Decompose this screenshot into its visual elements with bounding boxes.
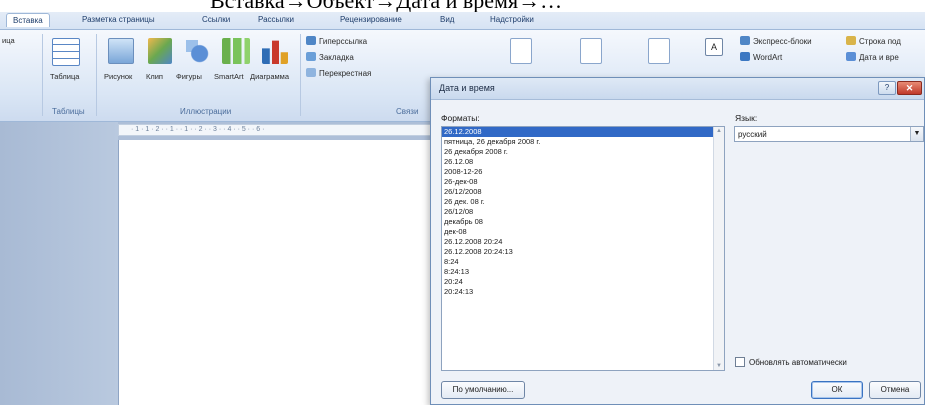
- signature-icon: [846, 36, 856, 45]
- cross-reference-icon: [306, 68, 316, 77]
- format-list-item[interactable]: 20:24:13: [442, 287, 714, 297]
- picture-icon[interactable]: [108, 38, 134, 64]
- calendar-icon: [846, 52, 856, 61]
- textbox-icon[interactable]: A: [705, 38, 723, 56]
- format-list-item[interactable]: 26/12/08: [442, 207, 714, 217]
- caption-text: Вставка→Объект→Дата и время→…: [210, 0, 562, 12]
- format-list-item[interactable]: 26.12.2008 20:24:13: [442, 247, 714, 257]
- group-label-illustrations: Иллюстрации: [180, 107, 232, 116]
- clipart-button[interactable]: Клип: [146, 72, 163, 81]
- group-label-tables: Таблицы: [52, 107, 85, 116]
- cancel-button[interactable]: Отмена: [869, 381, 921, 399]
- picture-button[interactable]: Рисунок: [104, 72, 132, 81]
- date-time-item[interactable]: Дата и вре: [846, 52, 899, 62]
- formats-scrollbar[interactable]: ▲ ▼: [713, 127, 724, 370]
- hyperlink-icon: [306, 36, 316, 45]
- cross-reference-item[interactable]: Перекрестная: [306, 68, 371, 78]
- language-label: Язык:: [735, 113, 758, 123]
- format-list-item[interactable]: 26.12.08: [442, 157, 714, 167]
- set-default-button[interactable]: По умолчанию...: [441, 381, 525, 399]
- wordart-item[interactable]: WordArt: [740, 52, 782, 62]
- close-button[interactable]: ✕: [897, 81, 922, 95]
- ribbon-cut-label: ица: [2, 36, 15, 45]
- table-icon[interactable]: [52, 38, 80, 66]
- format-list-item[interactable]: пятница, 26 декабря 2008 г.: [442, 137, 714, 147]
- tab-insert[interactable]: Вставка: [6, 13, 50, 27]
- format-list-item[interactable]: 8:24:13: [442, 267, 714, 277]
- format-list-item[interactable]: 26.12.2008 20:24: [442, 237, 714, 247]
- dialog-title: Дата и время: [439, 83, 495, 93]
- format-list-item[interactable]: 20:24: [442, 277, 714, 287]
- quick-parts-item[interactable]: Экспресс-блоки: [740, 36, 812, 46]
- dialog-title-bar[interactable]: Дата и время ? ✕: [431, 78, 924, 100]
- tab-mailings[interactable]: Рассылки: [258, 15, 294, 24]
- format-list-item[interactable]: декабрь 08: [442, 217, 714, 227]
- window-buttons: ? ✕: [878, 81, 922, 95]
- page-number-icon[interactable]: [648, 38, 670, 64]
- footer-icon[interactable]: [580, 38, 602, 64]
- chart-icon[interactable]: [262, 40, 288, 64]
- wordart-icon: [740, 52, 750, 61]
- help-button[interactable]: ?: [878, 81, 896, 95]
- format-list-item[interactable]: 26/12/2008: [442, 187, 714, 197]
- language-value: русский: [738, 130, 767, 139]
- format-list-item[interactable]: 2008-12-26: [442, 167, 714, 177]
- tab-addins[interactable]: Надстройки: [490, 15, 534, 24]
- chart-button[interactable]: Диаграмма: [250, 72, 289, 81]
- date-time-dialog: Дата и время ? ✕ Форматы: 26.12.2008 пятн…: [430, 77, 925, 405]
- format-list-item[interactable]: 26 дек. 08 г.: [442, 197, 714, 207]
- format-list-item[interactable]: дек-08: [442, 227, 714, 237]
- auto-update-label[interactable]: Обновлять автоматически: [749, 358, 847, 367]
- smartart-button[interactable]: SmartArt: [214, 72, 244, 81]
- shapes-button[interactable]: Фигуры: [176, 72, 202, 81]
- language-select[interactable]: русский ▼: [734, 126, 924, 142]
- format-list-item[interactable]: 26 декабря 2008 г.: [442, 147, 714, 157]
- table-button[interactable]: Таблица: [50, 72, 79, 81]
- bookmark-item[interactable]: Закладка: [306, 52, 354, 62]
- format-list-item[interactable]: 26-дек-08: [442, 177, 714, 187]
- smartart-icon[interactable]: [222, 38, 250, 64]
- chevron-down-icon[interactable]: ▼: [910, 127, 923, 141]
- formats-list-items: 26.12.2008 пятница, 26 декабря 2008 г. 26 …: [442, 127, 714, 297]
- ok-button[interactable]: ОК: [811, 381, 863, 399]
- scroll-down-icon[interactable]: ▼: [716, 363, 722, 369]
- format-list-item[interactable]: 8:24: [442, 257, 714, 267]
- group-separator: [300, 34, 301, 116]
- formats-list[interactable]: 26.12.2008 пятница, 26 декабря 2008 г. 26 …: [441, 126, 725, 371]
- ribbon-tab-bar: Вставка Разметка страницы Ссылки Рассылк…: [0, 12, 925, 30]
- formats-label: Форматы:: [441, 113, 480, 123]
- tab-references[interactable]: Ссылки: [202, 15, 230, 24]
- tab-view[interactable]: Вид: [440, 15, 454, 24]
- signature-line-item[interactable]: Строка под: [846, 36, 901, 46]
- group-separator: [42, 34, 43, 116]
- auto-update-checkbox[interactable]: [735, 357, 745, 367]
- tab-page-layout[interactable]: Разметка страницы: [82, 15, 155, 24]
- horizontal-ruler[interactable]: · 1 · 1 · 2 · · 1 · · 1 · · 2 · · 3 · · …: [118, 124, 438, 136]
- header-icon[interactable]: [510, 38, 532, 64]
- group-separator: [96, 34, 97, 116]
- clipart-icon[interactable]: [148, 38, 172, 64]
- hyperlink-item[interactable]: Гиперссылка: [306, 36, 367, 46]
- shapes-icon[interactable]: [184, 38, 210, 64]
- format-list-item[interactable]: 26.12.2008: [442, 127, 714, 137]
- group-label-links: Связи: [396, 107, 419, 116]
- bookmark-icon: [306, 52, 316, 61]
- caption-strip: Вставка→Объект→Дата и время→…: [0, 0, 925, 12]
- quick-parts-icon: [740, 36, 750, 45]
- scroll-up-icon[interactable]: ▲: [716, 128, 722, 134]
- tab-review[interactable]: Рецензирование: [340, 15, 402, 24]
- document-page[interactable]: [118, 140, 438, 405]
- document-margin-shade: [0, 122, 118, 405]
